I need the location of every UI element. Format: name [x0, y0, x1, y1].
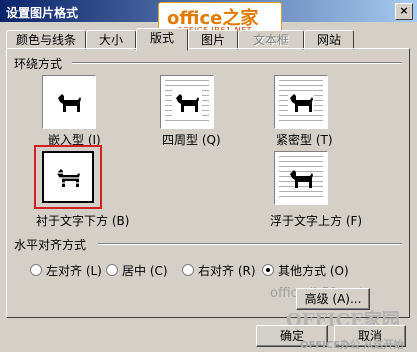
dog-behind-icon [53, 169, 83, 187]
wrap-square-label: 四周型 (Q) [162, 133, 221, 147]
dog-front-icon [290, 170, 313, 188]
wrap-inline-option[interactable] [42, 75, 96, 129]
tab-layout[interactable]: 版式 [136, 28, 188, 51]
window-title: 设置图片格式 [6, 6, 79, 20]
align-other-radio[interactable]: 其他方式 (O) [262, 262, 349, 279]
align-center-radio[interactable]: 居中 (C) [106, 262, 168, 279]
radio-circle [182, 264, 194, 276]
watermark-slogan: OFFICE办公 从这开始 [300, 340, 404, 351]
wrap-tight-option[interactable] [274, 75, 328, 129]
align-section-title: 水平对齐方式 [14, 238, 87, 252]
wrap-section-title: 环绕方式 [14, 57, 63, 71]
tab-web[interactable]: 网站 [304, 30, 354, 50]
align-left-radio[interactable]: 左对齐 (L) [30, 262, 102, 279]
dog-tight-icon [288, 92, 314, 114]
tab-strip: 颜色与线条 大小 版式 图片 文本框 网站 [6, 28, 410, 51]
wrap-front-option[interactable] [274, 151, 328, 205]
wrap-tight-label: 紧密型 (T) [276, 133, 333, 147]
radio-circle-checked [262, 264, 274, 276]
radio-circle [30, 264, 42, 276]
wrap-front-label: 浮于文字上方 (F) [270, 214, 363, 228]
tab-picture[interactable]: 图片 [188, 30, 238, 50]
align-separator [98, 243, 402, 245]
wrap-square-option[interactable] [160, 75, 214, 129]
dog-inline-icon [58, 94, 81, 112]
tab-size[interactable]: 大小 [86, 30, 136, 50]
dog-square-icon [172, 88, 202, 116]
tab-colors-lines[interactable]: 颜色与线条 [6, 30, 86, 50]
close-button[interactable]: × [395, 3, 413, 20]
align-right-radio[interactable]: 右对齐 (R) [182, 262, 256, 279]
wrap-separator [72, 62, 402, 64]
tab-text-box: 文本框 [238, 30, 304, 50]
wrap-behind-label: 衬于文字下方 (B) [36, 214, 130, 228]
radio-circle [106, 264, 118, 276]
wrap-behind-option[interactable] [42, 151, 94, 203]
